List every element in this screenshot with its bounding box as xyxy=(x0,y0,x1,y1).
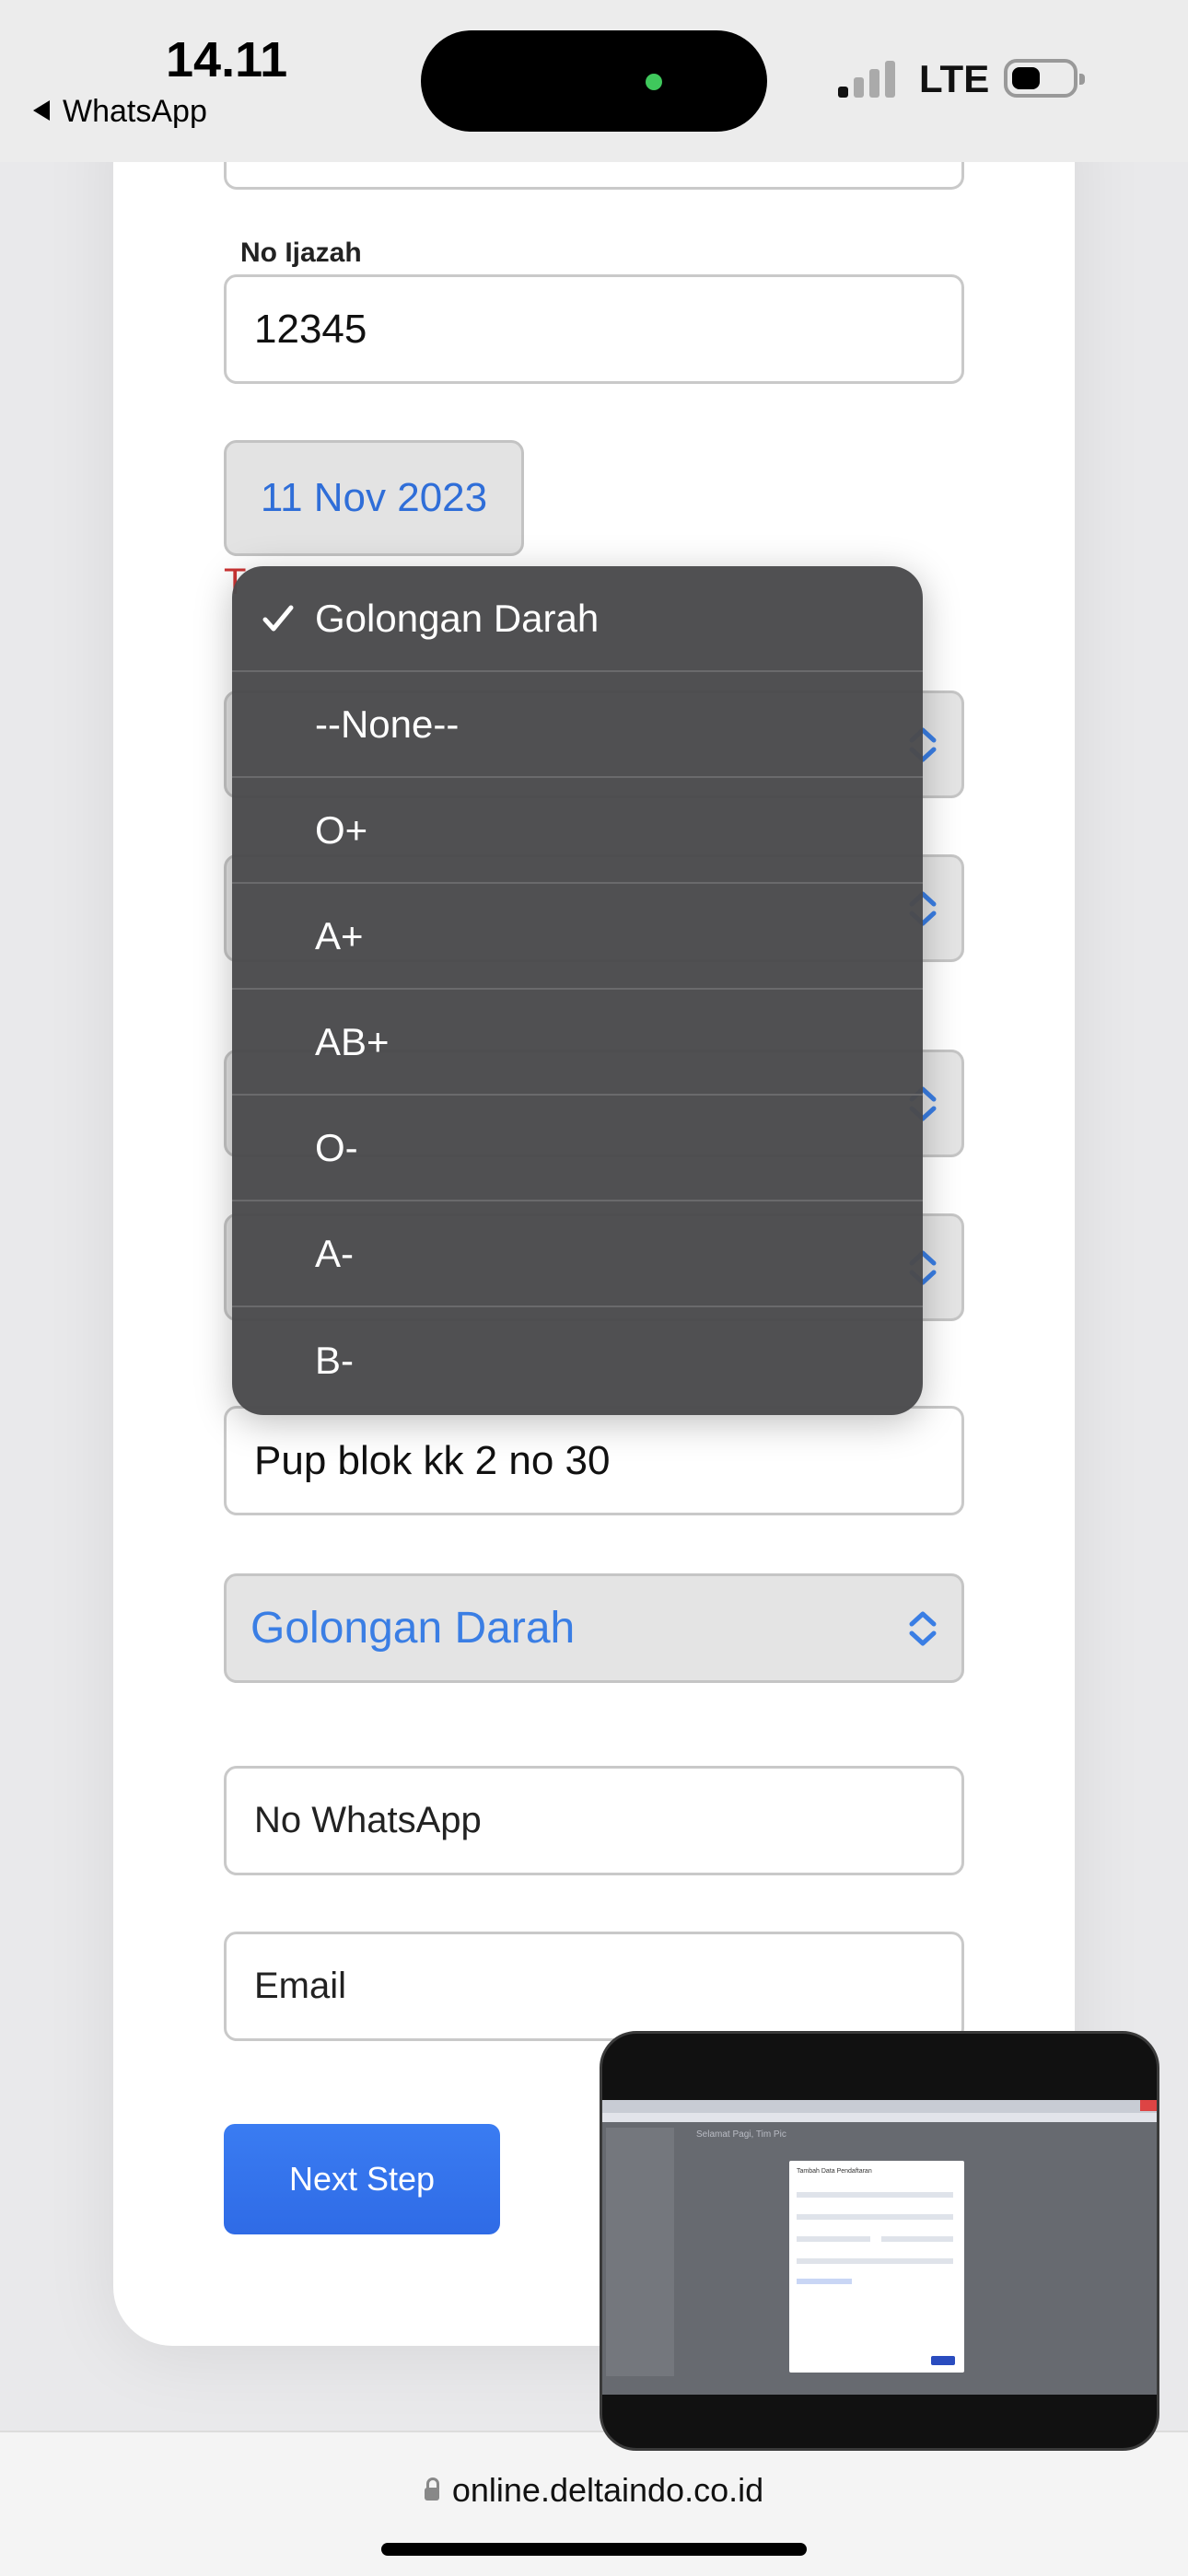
whatsapp-input[interactable]: No WhatsApp xyxy=(224,1766,964,1875)
network-type: LTE xyxy=(919,57,990,100)
dropdown-option-label: AB+ xyxy=(315,1019,390,1063)
url-display[interactable]: online.deltaindo.co.id xyxy=(0,2471,1188,2510)
blood-type-select[interactable]: Golongan Darah xyxy=(224,1573,964,1683)
dropdown-option-label: O- xyxy=(315,1125,358,1169)
back-arrow-icon xyxy=(33,100,50,121)
dropdown-option[interactable]: --None-- xyxy=(232,672,923,778)
chevron-updown-icon xyxy=(909,1611,937,1645)
pip-screen-content: Selamat Pagi, Tim Pic Tambah Data Pendaf… xyxy=(602,2100,1157,2395)
dropdown-option-label: --None-- xyxy=(315,702,460,746)
dropdown-option[interactable]: AB+ xyxy=(232,990,923,1096)
home-indicator[interactable] xyxy=(381,2543,807,2556)
next-step-button[interactable]: Next Step xyxy=(224,2124,500,2234)
dropdown-option[interactable]: B- xyxy=(232,1307,923,1413)
dropdown-option[interactable]: O- xyxy=(232,1096,923,1201)
signal-strength-icon xyxy=(838,61,897,98)
dropdown-option-label: Golongan Darah xyxy=(315,596,600,640)
battery-icon xyxy=(1004,59,1085,98)
picture-in-picture-window[interactable]: Selamat Pagi, Tim Pic Tambah Data Pendaf… xyxy=(600,2031,1159,2451)
pip-modal-title: Tambah Data Pendaftaran xyxy=(797,2168,872,2175)
browser-url-bar[interactable]: online.deltaindo.co.id xyxy=(0,2431,1188,2576)
pip-sidebar xyxy=(606,2128,674,2376)
dropdown-option-label: A+ xyxy=(315,913,364,957)
ijazah-input[interactable]: 12345 xyxy=(224,274,964,384)
ijazah-label: No Ijazah xyxy=(240,238,362,268)
email-input[interactable]: Email xyxy=(224,1932,964,2041)
address-input[interactable]: Pup blok kk 2 no 30 xyxy=(224,1406,964,1515)
date-picker[interactable]: 11 Nov 2023 xyxy=(224,440,524,556)
close-icon xyxy=(1140,2100,1157,2111)
dropdown-option[interactable]: A+ xyxy=(232,884,923,990)
dropdown-option-label: O+ xyxy=(315,807,368,852)
dropdown-option-label: A- xyxy=(315,1231,354,1275)
dropdown-option[interactable]: Golongan Darah xyxy=(232,566,923,672)
pip-page-heading: Selamat Pagi, Tim Pic xyxy=(696,2129,786,2140)
pip-modal: Tambah Data Pendaftaran xyxy=(789,2161,964,2373)
status-bar: 14.11 WhatsApp LTE xyxy=(0,0,1188,162)
back-to-whatsapp[interactable]: WhatsApp xyxy=(33,94,207,130)
dropdown-option-label: B- xyxy=(315,1338,354,1382)
blood-type-select-value: Golongan Darah xyxy=(250,1604,576,1653)
back-app-label: WhatsApp xyxy=(63,94,207,129)
url-text: online.deltaindo.co.id xyxy=(451,2471,764,2509)
dropdown-option[interactable]: O+ xyxy=(232,778,923,884)
status-time: 14.11 xyxy=(166,32,288,87)
dropdown-option[interactable]: A- xyxy=(232,1201,923,1307)
camera-indicator-icon xyxy=(646,74,662,90)
blood-type-dropdown: Golongan Darah --None-- O+ A+ AB+ O- A- … xyxy=(232,566,923,1415)
lock-icon xyxy=(424,2477,439,2501)
checkmark-icon xyxy=(262,605,294,631)
dynamic-island xyxy=(421,30,767,132)
